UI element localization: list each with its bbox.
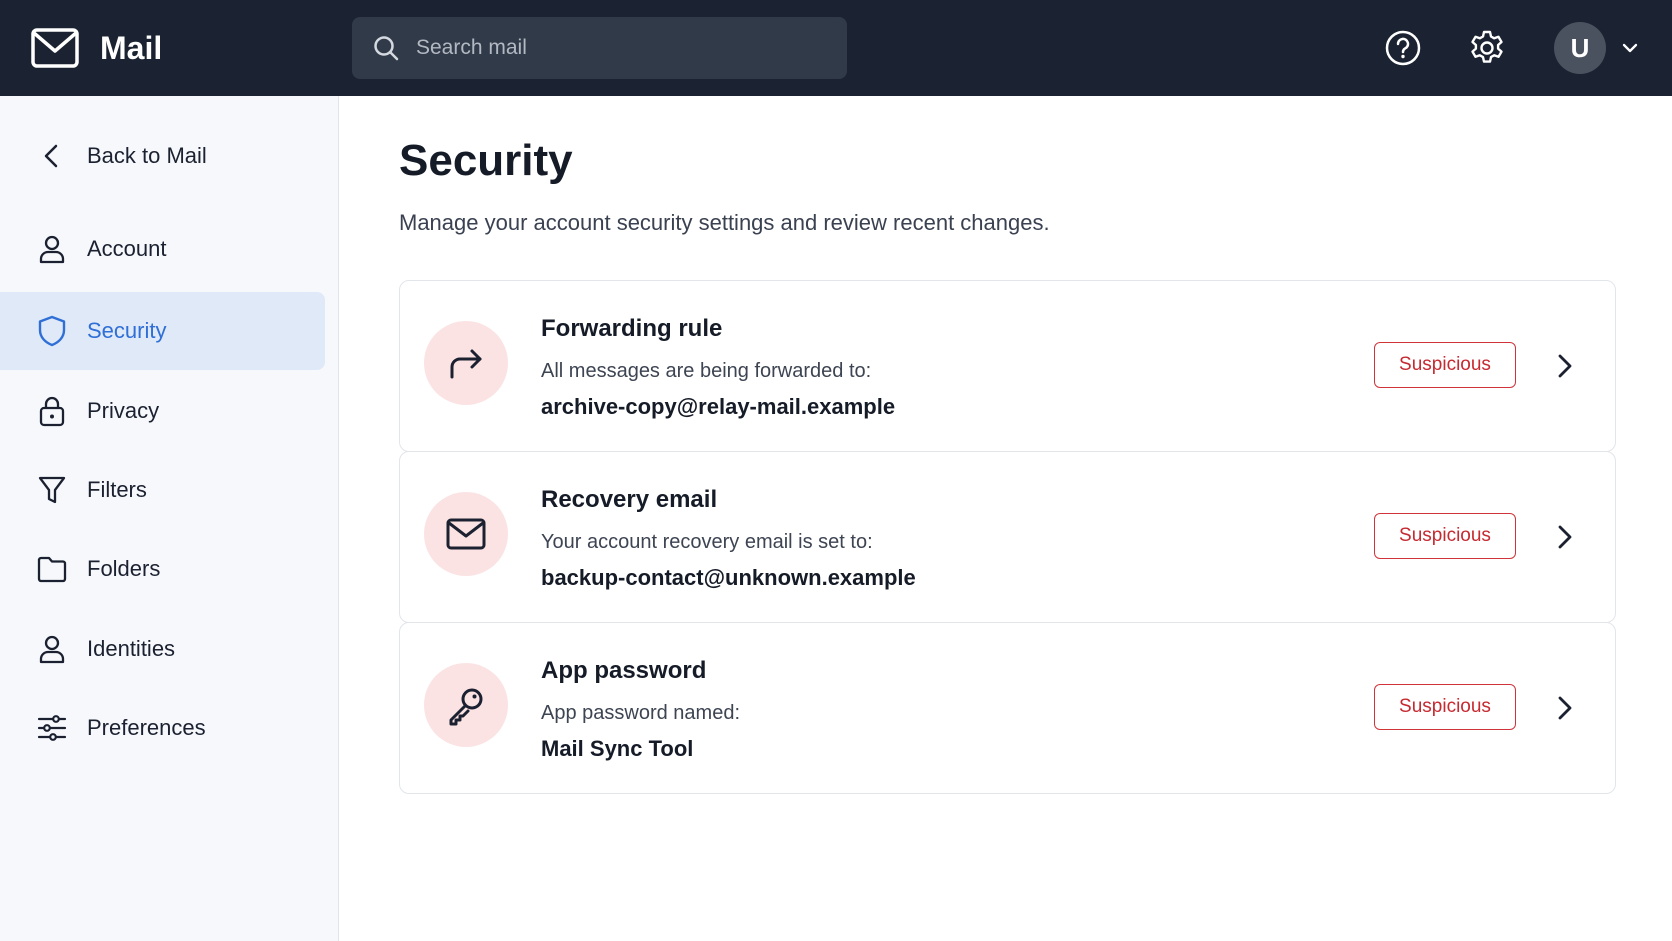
status-badge: Suspicious [1374, 513, 1516, 559]
sidebar-item-privacy[interactable]: Privacy [0, 372, 325, 450]
card-value: archive-copy@relay-mail.example [541, 394, 896, 419]
sidebar-item-account[interactable]: Account [0, 210, 325, 288]
card-value: Mail Sync Tool [541, 736, 694, 761]
gear-icon [1471, 30, 1503, 63]
top-bar: Mail U [0, 0, 1672, 96]
search-bar[interactable] [352, 17, 847, 79]
forward-arrow-icon [450, 349, 482, 379]
status-badge: Suspicious [1374, 342, 1516, 388]
card-title: App password [541, 657, 707, 684]
security-card-forwarding-rule[interactable]: Forwarding rule All messages are being f… [399, 280, 1616, 452]
card-title: Recovery email [541, 486, 718, 513]
card-icon-circle [424, 492, 508, 576]
card-icon-circle [424, 663, 508, 747]
card-description: Your account recovery email is set to: [541, 531, 873, 553]
sidebar-item-label: Security [87, 318, 167, 343]
help-button[interactable] [1383, 28, 1423, 68]
folder-icon [36, 553, 68, 585]
card-description: App password named: [541, 702, 741, 724]
sidebar-item-label: Preferences [87, 715, 206, 740]
app-window: Mail U [0, 0, 1672, 941]
envelope-icon [446, 518, 486, 550]
lock-icon [36, 395, 68, 427]
sidebar-item-label: Privacy [87, 398, 160, 423]
back-to-mail-label: Back to Mail [87, 143, 207, 168]
chevron-down-icon[interactable] [1620, 38, 1640, 58]
sidebar-item-security[interactable]: Security [0, 292, 325, 370]
chevron-right-icon[interactable] [1552, 351, 1578, 381]
mail-logo-icon [31, 28, 79, 68]
card-icon-circle [424, 321, 508, 405]
sidebar-item-label: Account [87, 236, 167, 261]
sliders-icon [36, 712, 68, 744]
security-card-app-password[interactable]: App password App password named: Mail Sy… [399, 622, 1616, 794]
avatar[interactable]: U [1554, 22, 1606, 74]
sidebar-item-label: Filters [87, 477, 147, 502]
sidebar-item-label: Identities [87, 636, 176, 661]
sidebar-item-label: Folders [87, 556, 161, 581]
status-badge: Suspicious [1374, 684, 1516, 730]
settings-button[interactable] [1467, 28, 1507, 68]
back-to-mail-link[interactable]: Back to Mail [0, 117, 325, 195]
security-card-recovery-email[interactable]: Recovery email Your account recovery ema… [399, 451, 1616, 623]
page-subtitle: Manage your account security settings an… [399, 210, 1050, 235]
app-name: Mail [100, 29, 163, 66]
key-icon [449, 688, 483, 726]
page-title: Security [399, 136, 573, 185]
user-icon [36, 233, 68, 265]
brand[interactable]: Mail [30, 27, 162, 69]
card-value: backup-contact@unknown.example [541, 565, 916, 590]
chevron-right-icon[interactable] [1552, 522, 1578, 552]
help-icon [1385, 30, 1421, 66]
search-icon [374, 36, 399, 61]
sidebar-item-filters[interactable]: Filters [0, 451, 325, 529]
sidebar-item-preferences[interactable]: Preferences [0, 689, 325, 767]
shield-icon [36, 315, 68, 347]
card-title: Forwarding rule [541, 315, 723, 342]
card-description: All messages are being forwarded to: [541, 360, 872, 382]
filter-icon [36, 474, 68, 506]
main-content: Security Manage your account security se… [340, 96, 1672, 941]
sidebar: Back to Mail Account Security Privacy Fi [0, 96, 339, 941]
search-input[interactable] [416, 36, 816, 60]
sidebar-item-identities[interactable]: Identities [0, 610, 325, 688]
sidebar-item-folders[interactable]: Folders [0, 530, 325, 608]
user-icon [36, 633, 68, 665]
chevron-left-icon [36, 140, 68, 172]
chevron-right-icon[interactable] [1552, 693, 1578, 723]
